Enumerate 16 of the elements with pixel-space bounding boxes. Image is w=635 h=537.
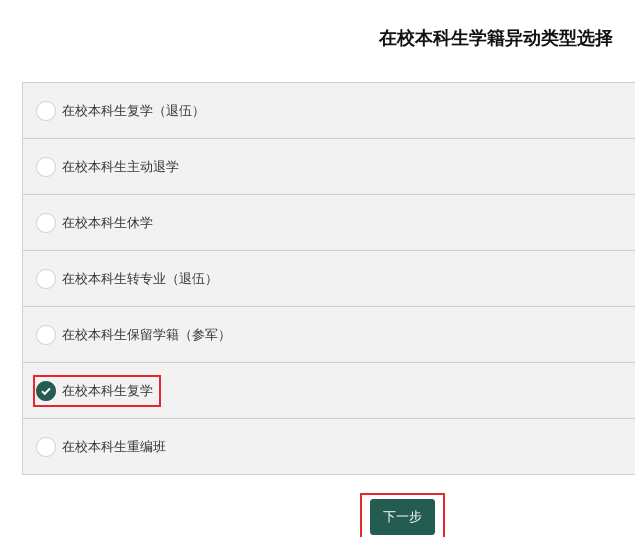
radio-icon[interactable] xyxy=(36,268,56,288)
radio-option[interactable]: 在校本科生保留学籍（参军） xyxy=(33,318,239,350)
radio-icon[interactable] xyxy=(36,100,56,120)
radio-option[interactable]: 在校本科生休学 xyxy=(33,206,161,238)
next-button[interactable]: 下一步 xyxy=(370,499,435,535)
checked-radio-icon[interactable] xyxy=(36,380,56,400)
page-title: 在校本科生学籍异动类型选择 xyxy=(379,27,613,51)
radio-option[interactable]: 在校本科生复学（退伍） xyxy=(33,94,213,126)
radio-icon[interactable] xyxy=(36,324,56,344)
radio-icon[interactable] xyxy=(36,436,56,456)
radio-icon[interactable] xyxy=(36,156,56,176)
radio-option[interactable]: 在校本科生主动退学 xyxy=(33,150,187,182)
radio-icon[interactable] xyxy=(36,212,56,232)
radio-option[interactable]: 在校本科生重编班 xyxy=(33,430,174,462)
radio-option[interactable]: 在校本科生复学 xyxy=(33,374,161,406)
radio-option[interactable]: 在校本科生转专业（退伍） xyxy=(33,262,226,294)
